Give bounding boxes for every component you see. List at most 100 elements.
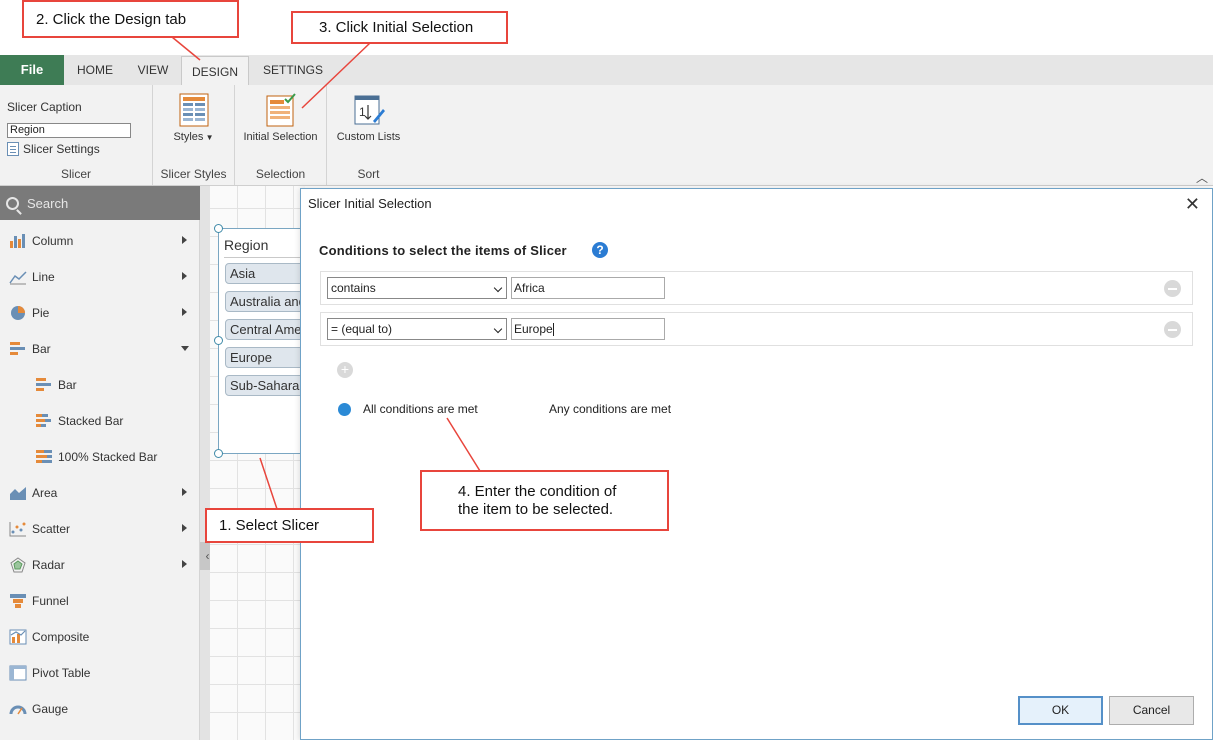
initial-selection-button[interactable]: Initial Selection (235, 93, 326, 143)
conditions-heading: Conditions to select the items of Slicer (319, 243, 567, 258)
expand-arrow-icon[interactable] (182, 524, 187, 532)
search-icon (6, 196, 19, 210)
ribbon-group-slicer-styles: Styles ▼ Slicer Styles (153, 85, 235, 185)
expand-arrow-icon[interactable] (182, 488, 187, 496)
group-label-selection: Selection (255, 167, 306, 181)
slicer-caption-label: Slicer Caption (7, 100, 82, 114)
expand-arrow-icon[interactable] (182, 236, 187, 244)
resize-handle[interactable] (214, 336, 223, 345)
callout-text: 2. Click the Design tab (36, 10, 187, 28)
gallery-item-label: Area (32, 486, 58, 500)
initial-selection-icon (266, 93, 296, 127)
radio-label: Any conditions are met (549, 402, 672, 416)
condition-value-text: Europe (514, 322, 553, 336)
column-chart-icon (10, 234, 25, 248)
callout-step-1: 1. Select Slicer (205, 508, 374, 543)
slicer-title: Region (224, 237, 269, 253)
gallery-item-label: Radar (32, 558, 65, 572)
text-cursor (552, 323, 554, 337)
condition-operator-select[interactable]: = (equal to) (327, 318, 507, 340)
slicer-settings-icon (7, 142, 19, 156)
gallery-item-label: Scatter (32, 522, 71, 536)
add-condition-icon[interactable]: + (337, 362, 353, 378)
callout-step-3: 3. Click Initial Selection (291, 11, 508, 44)
gallery-item-label: 100% Stacked Bar (58, 450, 158, 464)
stacked-bar-chart-icon (36, 414, 51, 427)
gallery-search-input[interactable]: Search (0, 186, 200, 220)
styles-button[interactable]: Styles ▼ (153, 93, 234, 143)
ok-button[interactable]: OK (1018, 696, 1103, 725)
gallery-item-label: Bar (58, 378, 77, 392)
radio-any-conditions[interactable]: Any conditions are met (549, 402, 671, 416)
dialog-title: Slicer Initial Selection (308, 196, 432, 211)
remove-condition-icon[interactable] (1164, 321, 1181, 338)
gallery-item-radar[interactable]: Radar (0, 547, 200, 583)
search-placeholder: Search (27, 195, 69, 211)
panel-splitter[interactable] (200, 186, 210, 740)
operator-value: contains (331, 281, 376, 295)
gallery-item-label: Composite (32, 630, 90, 644)
gallery-item-funnel[interactable]: Funnel (0, 583, 200, 619)
resize-handle[interactable] (214, 449, 223, 458)
gallery-item-bar[interactable]: Bar (0, 331, 200, 367)
gallery-item-area[interactable]: Area (0, 475, 200, 511)
close-icon[interactable]: ✕ (1185, 195, 1200, 213)
expand-arrow-icon[interactable] (182, 308, 187, 316)
styles-label: Styles (173, 131, 204, 143)
region-slicer[interactable]: Region Asia Australia and Oceania Centra… (218, 228, 325, 454)
radio-all-conditions[interactable]: All conditions are met (338, 402, 478, 416)
gallery-item-gauge[interactable]: Gauge (0, 691, 200, 727)
gallery-item-stacked-bar[interactable]: Stacked Bar (0, 403, 200, 439)
radar-chart-icon (10, 557, 26, 573)
tab-design[interactable]: DESIGN (181, 56, 249, 86)
tab-settings[interactable]: SETTINGS (251, 55, 335, 85)
collapse-arrow-icon[interactable] (181, 346, 189, 351)
gallery-item-label: Bar (32, 342, 51, 356)
help-icon[interactable]: ? (592, 242, 608, 258)
line-chart-icon (9, 271, 27, 285)
chevron-down-icon (493, 324, 503, 334)
collapse-ribbon-icon[interactable]: ︿ (1196, 169, 1208, 186)
gallery-item-bar-sub[interactable]: Bar (0, 367, 200, 403)
slicer-settings-label: Slicer Settings (23, 142, 100, 156)
gallery-item-pivot-table[interactable]: Pivot Table (0, 655, 200, 691)
slicer-settings-button[interactable]: Slicer Settings (7, 142, 100, 156)
styles-dropdown-icon: ▼ (203, 133, 214, 142)
operator-value: = (equal to) (331, 322, 393, 336)
styles-icon (179, 93, 208, 127)
cancel-button[interactable]: Cancel (1109, 696, 1194, 725)
gallery-item-pie[interactable]: Pie (0, 295, 200, 331)
gallery-item-100-stacked-bar[interactable]: 100% Stacked Bar (0, 439, 200, 475)
callout-text: 4. Enter the condition of the item to be… (458, 482, 617, 518)
gallery-item-column[interactable]: Column (0, 223, 200, 259)
condition-value-input[interactable]: Europe (511, 318, 665, 340)
gallery-item-composite[interactable]: Composite (0, 619, 200, 655)
ribbon-tab-bar: File HOME VIEW DESIGN SETTINGS (0, 55, 1213, 86)
condition-operator-select[interactable]: contains (327, 277, 507, 299)
ribbon-group-sort: 1 Custom Lists Sort (327, 85, 410, 185)
condition-value-input[interactable]: Africa (511, 277, 665, 299)
expand-arrow-icon[interactable] (182, 560, 187, 568)
gallery-item-label: Column (32, 234, 74, 248)
callout-step-2: 2. Click the Design tab (22, 0, 239, 38)
expand-arrow-icon[interactable] (182, 272, 187, 280)
group-label-sort: Sort (357, 167, 380, 181)
slicer-caption-input[interactable]: Region (7, 123, 131, 138)
scatter-chart-icon (9, 522, 26, 537)
gallery-item-line[interactable]: Line (0, 259, 200, 295)
radio-selected-icon (338, 402, 351, 416)
resize-handle[interactable] (214, 224, 223, 233)
gallery-item-scatter[interactable]: Scatter (0, 511, 200, 547)
tab-home[interactable]: HOME (64, 55, 126, 85)
callout-text: 3. Click Initial Selection (319, 19, 474, 36)
custom-lists-icon: 1 (354, 95, 385, 125)
tab-file[interactable]: File (0, 55, 64, 85)
pie-chart-icon (11, 306, 25, 320)
chevron-down-icon (493, 283, 503, 293)
tab-view[interactable]: VIEW (126, 55, 180, 85)
gallery-item-label: Pie (32, 306, 50, 320)
custom-lists-button[interactable]: 1 Custom Lists (327, 93, 410, 143)
remove-condition-icon[interactable] (1164, 280, 1181, 297)
callout-step-4: 4. Enter the condition of the item to be… (420, 470, 669, 531)
gallery-item-label: Gauge (32, 702, 69, 716)
